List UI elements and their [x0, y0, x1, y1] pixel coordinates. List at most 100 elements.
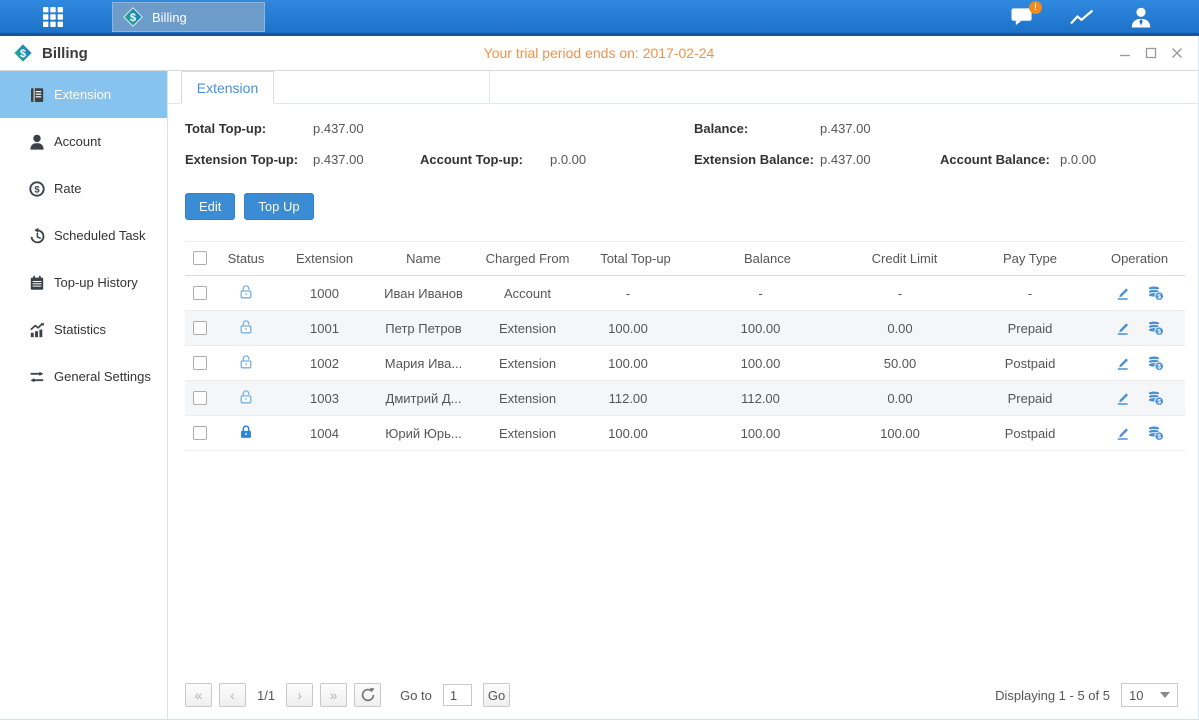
user-menu-button[interactable]: [1129, 6, 1153, 28]
goto-label: Go to: [400, 688, 432, 703]
balance-value: р.437.00: [820, 121, 1184, 136]
row-checkbox[interactable]: [193, 286, 207, 300]
statistics-icon: [28, 321, 46, 339]
account-balance-label: Account Balance:: [940, 152, 1060, 167]
messages-button[interactable]: !: [1010, 6, 1035, 27]
name-cell: Петр Петров: [372, 311, 475, 346]
topup-icon[interactable]: [1147, 320, 1164, 336]
select-all-checkbox[interactable]: [193, 251, 207, 265]
minimize-icon: [1119, 47, 1131, 59]
credit-limit-cell: -: [844, 276, 966, 311]
sidebar: Extension Account Rate Scheduled Task To…: [0, 71, 168, 719]
first-page-icon: «: [195, 688, 203, 702]
edit-icon[interactable]: [1115, 390, 1131, 406]
notification-badge: !: [1029, 1, 1042, 14]
apps-grid-icon: [43, 7, 63, 27]
goto-page-input[interactable]: [443, 684, 472, 706]
charged-from-cell: Account: [475, 276, 580, 311]
extension-cell: 1004: [277, 416, 372, 451]
topup-icon[interactable]: [1147, 425, 1164, 441]
total-topup-cell: 112.00: [580, 381, 692, 416]
page-size-value: 10: [1129, 688, 1143, 703]
billing-diamond-icon: [123, 7, 143, 27]
close-button[interactable]: [1171, 47, 1183, 59]
pay-type-cell: -: [966, 276, 1094, 311]
page-size-select[interactable]: 10: [1121, 683, 1178, 707]
next-page-button[interactable]: ›: [286, 683, 313, 707]
tab-extension[interactable]: Extension: [181, 71, 274, 104]
apps-menu-button[interactable]: [38, 6, 68, 28]
table-row: 1000 Иван Иванов Account - - - -: [185, 276, 1185, 311]
header-operation: Operation: [1094, 242, 1185, 276]
edit-icon[interactable]: [1115, 355, 1131, 371]
last-page-button[interactable]: »: [320, 683, 347, 707]
unlock-icon[interactable]: [238, 354, 254, 370]
extension-cell: 1001: [277, 311, 372, 346]
prev-page-icon: ‹: [230, 688, 235, 702]
topup-icon[interactable]: [1147, 390, 1164, 406]
charged-from-cell: Extension: [475, 311, 580, 346]
total-topup-cell: 100.00: [580, 346, 692, 381]
tab-strip: Extension: [168, 71, 1198, 104]
sidebar-item-statistics[interactable]: Statistics: [0, 306, 167, 353]
table-row: 1004 Юрий Юрь... Extension 100.00 100.00…: [185, 416, 1185, 451]
unlock-icon[interactable]: [238, 389, 254, 405]
sidebar-item-label: Rate: [54, 181, 81, 196]
trial-notice: Your trial period ends on: 2017-02-24: [0, 45, 1198, 61]
unlock-icon[interactable]: [238, 284, 254, 300]
maximize-button[interactable]: [1145, 47, 1157, 59]
credit-limit-cell: 50.00: [844, 346, 966, 381]
topbar-actions: !: [1010, 0, 1153, 33]
edit-button[interactable]: Edit: [185, 193, 235, 220]
header-status: Status: [215, 242, 277, 276]
row-checkbox[interactable]: [193, 391, 207, 405]
billing-diamond-icon: [13, 43, 33, 63]
window-title: Billing: [42, 45, 88, 62]
sidebar-item-label: Statistics: [54, 322, 106, 337]
monitor-icon: [1069, 7, 1095, 27]
row-checkbox[interactable]: [193, 426, 207, 440]
balance-cell: 112.00: [692, 381, 844, 416]
dropdown-arrow-icon: [1160, 692, 1170, 698]
taskbar-tab-billing[interactable]: Billing: [112, 2, 265, 32]
row-checkbox[interactable]: [193, 321, 207, 335]
prev-page-button[interactable]: ‹: [219, 683, 246, 707]
first-page-button[interactable]: «: [185, 683, 212, 707]
taskbar-tab-label: Billing: [152, 10, 187, 25]
total-topup-cell: 100.00: [580, 416, 692, 451]
header-total-topup: Total Top-up: [580, 242, 692, 276]
edit-icon[interactable]: [1115, 320, 1131, 336]
go-button[interactable]: Go: [483, 683, 510, 707]
unlock-icon[interactable]: [238, 319, 254, 335]
refresh-button[interactable]: [354, 683, 381, 707]
balance-cell: 100.00: [692, 311, 844, 346]
displaying-text: Displaying 1 - 5 of 5: [995, 688, 1110, 703]
pagination-bar: « ‹ 1/1 › » Go to Go Displaying 1 - 5 of…: [185, 683, 1184, 719]
minimize-button[interactable]: [1119, 47, 1131, 59]
extension-balance-value: р.437.00: [820, 152, 940, 167]
credit-limit-cell: 0.00: [844, 381, 966, 416]
scheduled-task-icon: [28, 227, 46, 245]
sidebar-item-label: Extension: [54, 87, 111, 102]
topup-icon[interactable]: [1147, 355, 1164, 371]
sidebar-item-rate[interactable]: Rate: [0, 165, 167, 212]
row-checkbox[interactable]: [193, 356, 207, 370]
next-page-icon: ›: [297, 688, 302, 702]
sidebar-item-topup-history[interactable]: Top-up History: [0, 259, 167, 306]
topup-button[interactable]: Top Up: [244, 193, 313, 220]
sidebar-item-scheduled-task[interactable]: Scheduled Task: [0, 212, 167, 259]
topup-icon[interactable]: [1147, 285, 1164, 301]
monitor-button[interactable]: [1069, 7, 1095, 27]
sidebar-item-account[interactable]: Account: [0, 118, 167, 165]
edit-icon[interactable]: [1115, 425, 1131, 441]
header-name: Name: [372, 242, 475, 276]
account-topup-label: Account Top-up:: [420, 152, 550, 167]
sidebar-item-general-settings[interactable]: General Settings: [0, 353, 167, 400]
refresh-icon: [360, 687, 376, 703]
credit-limit-cell: 100.00: [844, 416, 966, 451]
sidebar-item-extension[interactable]: Extension: [0, 71, 167, 118]
lock-icon[interactable]: [238, 424, 254, 440]
edit-icon[interactable]: [1115, 285, 1131, 301]
user-icon: [1129, 6, 1153, 28]
credit-limit-cell: 0.00: [844, 311, 966, 346]
